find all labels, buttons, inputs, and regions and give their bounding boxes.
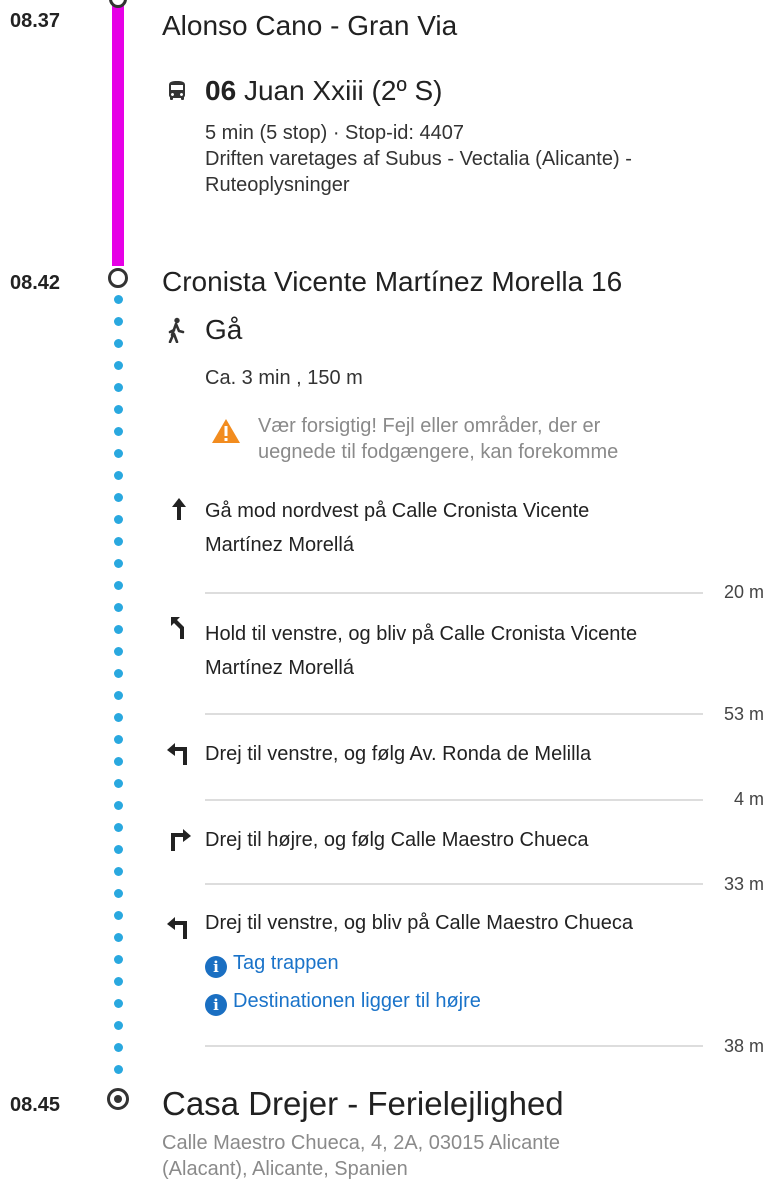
note-2-label: Destinationen ligger til højre (233, 990, 481, 1012)
walking-route-dot (114, 515, 123, 524)
step-1-text: Gå mod nordvest på Calle Cronista Vicent… (205, 494, 589, 562)
walk-start-stop-name[interactable]: Cronista Vicente Martínez Morella 16 (162, 266, 622, 298)
bus-route-line (112, 0, 124, 266)
route-info-link[interactable]: Ruteoplysninger (205, 172, 632, 198)
walking-route-dot (114, 867, 123, 876)
walking-route-dot (114, 691, 123, 700)
walking-route-dot (114, 493, 123, 502)
walking-route-dot (114, 933, 123, 942)
walking-route-dot (114, 889, 123, 898)
step-2-line-1: Hold til venstre, og bliv på Calle Croni… (205, 623, 638, 645)
walking-route-dot (114, 1043, 123, 1052)
walking-route-dot (114, 1065, 123, 1074)
walking-route-dot (114, 317, 123, 326)
warning-line-2: uegnede til fodgængere, kan forekomme (258, 441, 619, 463)
walking-route-dot (114, 955, 123, 964)
walking-route-dot (114, 383, 123, 392)
arrow-up-icon (171, 497, 187, 526)
warning-line-1: Vær forsigtig! Fejl eller områder, der e… (258, 415, 601, 437)
destination-address: Calle Maestro Chueca, 4, 2A, 03015 Alica… (162, 1130, 560, 1182)
bus-route-name: Juan Xxiii (2º S) (243, 75, 443, 106)
walking-route-dot (114, 361, 123, 370)
bus-operator: Driften varetages af Subus - Vectalia (A… (205, 148, 632, 170)
step-2-text: Hold til venstre, og bliv på Calle Croni… (205, 617, 637, 685)
address-line-2: (Alacant), Alicante, Spanien (162, 1158, 408, 1180)
info-icon: i (205, 956, 227, 978)
bus-route-title[interactable]: 06 Juan Xxiii (2º S) (205, 75, 442, 107)
walking-route-dot (114, 559, 123, 568)
step-1-line-2: Martínez Morellá (205, 534, 354, 556)
arrival-time: 08.45 (10, 1094, 61, 1116)
walking-route-dot (114, 713, 123, 722)
walking-route-dot (114, 801, 123, 810)
bus-icon (165, 79, 189, 108)
walking-route-dot (114, 339, 123, 348)
walking-route-dot (114, 999, 123, 1008)
walking-route-dot (114, 845, 123, 854)
walking-route-dot (114, 449, 123, 458)
step-4-distance: 33 m (723, 874, 764, 894)
note-1-label: Tag trappen (233, 952, 339, 974)
step-1-divider (205, 592, 703, 594)
bus-trip-details: 5 min (5 stop) · Stop-id: 4407 Driften v… (205, 120, 632, 198)
walking-route-dot (114, 581, 123, 590)
walking-route-dot (114, 471, 123, 480)
info-icon: i (205, 994, 227, 1016)
walking-route-dot (114, 625, 123, 634)
destination-name[interactable]: Casa Drejer - Ferielejlighed (162, 1085, 564, 1123)
walking-route-dot (114, 669, 123, 678)
step-4-text: Drej til højre, og følg Calle Maestro Ch… (205, 829, 589, 851)
step-2-divider (205, 713, 703, 715)
warning-icon (211, 418, 241, 449)
bus-route-number: 06 (205, 75, 237, 106)
step-5-distance: 38 m (723, 1036, 764, 1056)
turn-left-icon (166, 916, 192, 945)
step-3-distance: 4 m (733, 789, 764, 809)
walking-route-dot (114, 977, 123, 986)
step-3-text: Drej til venstre, og følg Av. Ronda de M… (205, 743, 592, 765)
walking-route-dot (114, 1021, 123, 1030)
bus-duration: 5 min (5 stop) · Stop-id: 4407 (205, 122, 465, 144)
walking-route-dot (114, 647, 123, 656)
step-5-divider (205, 1045, 703, 1047)
step-1-line-1: Gå mod nordvest på Calle Cronista Vicent… (205, 500, 590, 522)
walking-route-dot (114, 603, 123, 612)
walking-route-dot (114, 911, 123, 920)
keep-left-icon (168, 614, 190, 645)
turn-right-icon (166, 828, 192, 857)
step-5-text: Drej til venstre, og bliv på Calle Maest… (205, 912, 633, 934)
bus-departure-time: 08.37 (10, 10, 61, 32)
step-5-note-1[interactable]: i Tag trappen (205, 952, 339, 978)
step-3-divider (205, 799, 703, 801)
walk-mode-label: Gå (205, 314, 243, 345)
walking-route-dot (114, 427, 123, 436)
walking-route-dot (114, 537, 123, 546)
step-4-divider (205, 883, 703, 885)
address-line-1: Calle Maestro Chueca, 4, 2A, 03015 Alica… (162, 1132, 561, 1154)
step-1-distance: 20 m (723, 582, 764, 602)
walk-start-time: 08.42 (10, 272, 61, 294)
walk-icon (165, 317, 187, 348)
walking-route-dot (114, 735, 123, 744)
destination-marker-icon (107, 1088, 129, 1110)
walking-route-dot (114, 779, 123, 788)
step-2-distance: 53 m (723, 704, 764, 724)
walking-route-dot (114, 823, 123, 832)
walk-start-node-icon (108, 268, 128, 288)
walking-route-dot (114, 405, 123, 414)
turn-left-icon (166, 742, 192, 771)
walking-route-dot (114, 757, 123, 766)
walk-warning-text: Vær forsigtig! Fejl eller områder, der e… (258, 413, 618, 465)
bus-stop-name[interactable]: Alonso Cano - Gran Via (162, 10, 457, 42)
step-5-note-2[interactable]: i Destinationen ligger til højre (205, 990, 481, 1016)
walk-duration: Ca. 3 min , 150 m (205, 367, 363, 389)
step-2-line-2: Martínez Morellá (205, 657, 354, 679)
walking-route-dot (114, 295, 123, 304)
